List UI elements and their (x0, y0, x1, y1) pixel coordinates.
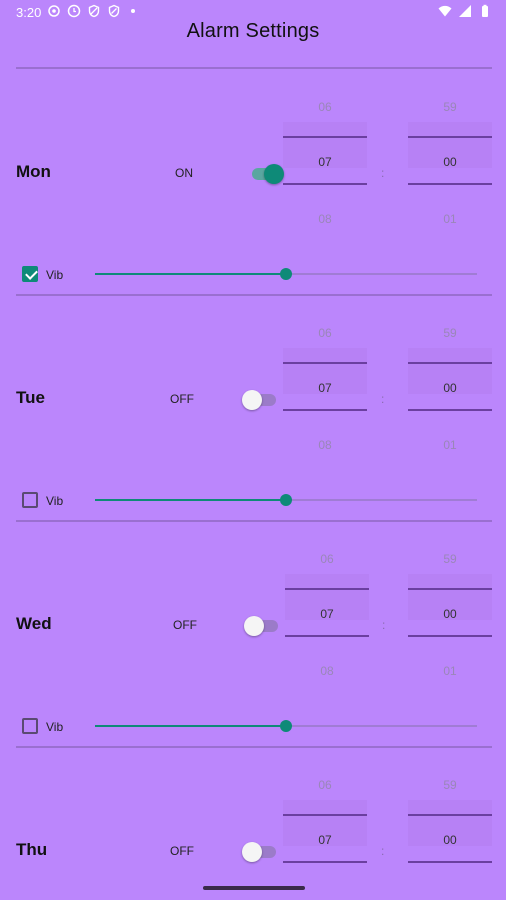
shield-notification-icon (108, 4, 120, 18)
switch-thumb (242, 842, 262, 862)
vibrate-checkbox[interactable] (22, 718, 38, 734)
vibrate-label: Vib (46, 268, 64, 282)
picker-divider (408, 635, 492, 637)
slider-fill (95, 273, 286, 275)
minute-value[interactable]: 00 (408, 155, 492, 169)
status-time: 3:20 (16, 5, 42, 20)
hour-value[interactable]: 07 (283, 381, 367, 395)
alarm-toggle-switch[interactable] (250, 162, 284, 186)
volume-slider[interactable] (95, 719, 477, 733)
alarm-row-tue: Tue OFF 06 07 08 : 59 00 01 Vib (0, 304, 506, 530)
slider-thumb[interactable] (280, 494, 292, 506)
vibrate-label: Vib (46, 720, 64, 734)
vibrate-checkbox[interactable] (22, 492, 38, 508)
time-separator: : (381, 844, 385, 858)
picker-divider (283, 814, 367, 816)
wifi-icon (438, 5, 452, 17)
day-label: Thu (16, 840, 48, 859)
alarm-row-wed: Wed OFF 06 07 08 : 59 00 01 Vib (0, 530, 506, 756)
picker-divider (283, 183, 367, 185)
minute-next-value[interactable]: 01 (408, 212, 492, 226)
slider-fill (95, 499, 286, 501)
divider (16, 746, 492, 748)
picker-divider (408, 362, 492, 364)
battery-icon (482, 4, 488, 17)
picker-divider (408, 409, 492, 411)
picker-divider (408, 814, 492, 816)
hour-prev-value[interactable]: 06 (283, 778, 367, 792)
minute-next-value[interactable]: 01 (408, 664, 492, 678)
picker-divider (283, 362, 367, 364)
alarm-state-label: OFF (170, 844, 194, 858)
day-label: Mon (16, 162, 51, 181)
hour-prev-value[interactable]: 06 (285, 552, 369, 566)
switch-thumb (264, 164, 284, 184)
hour-prev-value[interactable]: 06 (283, 326, 367, 340)
day-label: Tue (16, 388, 45, 407)
slider-fill (95, 725, 286, 727)
alarm-toggle-switch[interactable] (242, 388, 278, 412)
day-label: Wed (16, 614, 52, 633)
alarm-row-mon: Mon ON 06 07 08 : 59 00 01 Vib (0, 78, 506, 304)
alarm-toggle-switch[interactable] (244, 614, 280, 638)
alarm-state-label: OFF (173, 618, 197, 632)
alarm-toggle-switch[interactable] (242, 840, 278, 864)
minute-value[interactable]: 00 (408, 833, 492, 847)
hour-value[interactable]: 07 (283, 155, 367, 169)
minute-next-value[interactable]: 01 (408, 438, 492, 452)
picker-divider (283, 136, 367, 138)
switch-thumb (244, 616, 264, 636)
volume-slider[interactable] (95, 493, 477, 507)
alarm-state-label: ON (175, 166, 193, 180)
picker-divider (408, 136, 492, 138)
picker-divider (285, 588, 369, 590)
gesture-nav-handle[interactable] (203, 886, 305, 890)
time-separator: : (382, 618, 386, 632)
vibrate-label: Vib (46, 494, 64, 508)
hour-next-value[interactable]: 08 (285, 664, 369, 678)
divider (16, 67, 492, 69)
picker-divider (408, 588, 492, 590)
slider-thumb[interactable] (280, 720, 292, 732)
vibrate-checkbox[interactable] (22, 266, 38, 282)
time-separator: : (381, 166, 385, 180)
minute-value[interactable]: 00 (408, 607, 492, 621)
notification-icons (47, 4, 135, 18)
more-notifications-dot (131, 9, 135, 13)
page-title: Alarm Settings (186, 20, 320, 42)
settings-notification-icon (48, 5, 60, 17)
hour-value[interactable]: 07 (285, 607, 369, 621)
alarm-state-label: OFF (170, 392, 194, 406)
hour-next-value[interactable]: 08 (283, 438, 367, 452)
clock-notification-icon (67, 4, 81, 18)
cellular-icon (459, 5, 471, 17)
picker-divider (408, 861, 492, 863)
minute-value[interactable]: 00 (408, 381, 492, 395)
minute-prev-value[interactable]: 59 (408, 778, 492, 792)
switch-thumb (242, 390, 262, 410)
volume-slider[interactable] (95, 267, 477, 281)
minute-prev-value[interactable]: 59 (408, 100, 492, 114)
slider-thumb[interactable] (280, 268, 292, 280)
hour-prev-value[interactable]: 06 (283, 100, 367, 114)
picker-divider (283, 861, 367, 863)
shield-notification-icon (88, 4, 100, 18)
picker-divider (285, 635, 369, 637)
picker-divider (408, 183, 492, 185)
hour-value[interactable]: 07 (283, 833, 367, 847)
divider (16, 294, 492, 296)
time-separator: : (381, 392, 385, 406)
system-icons (438, 4, 492, 18)
alarm-row-thu: Thu OFF 06 07 : 59 00 (0, 756, 506, 900)
minute-prev-value[interactable]: 59 (408, 552, 492, 566)
divider (16, 520, 492, 522)
hour-next-value[interactable]: 08 (283, 212, 367, 226)
picker-divider (283, 409, 367, 411)
minute-prev-value[interactable]: 59 (408, 326, 492, 340)
